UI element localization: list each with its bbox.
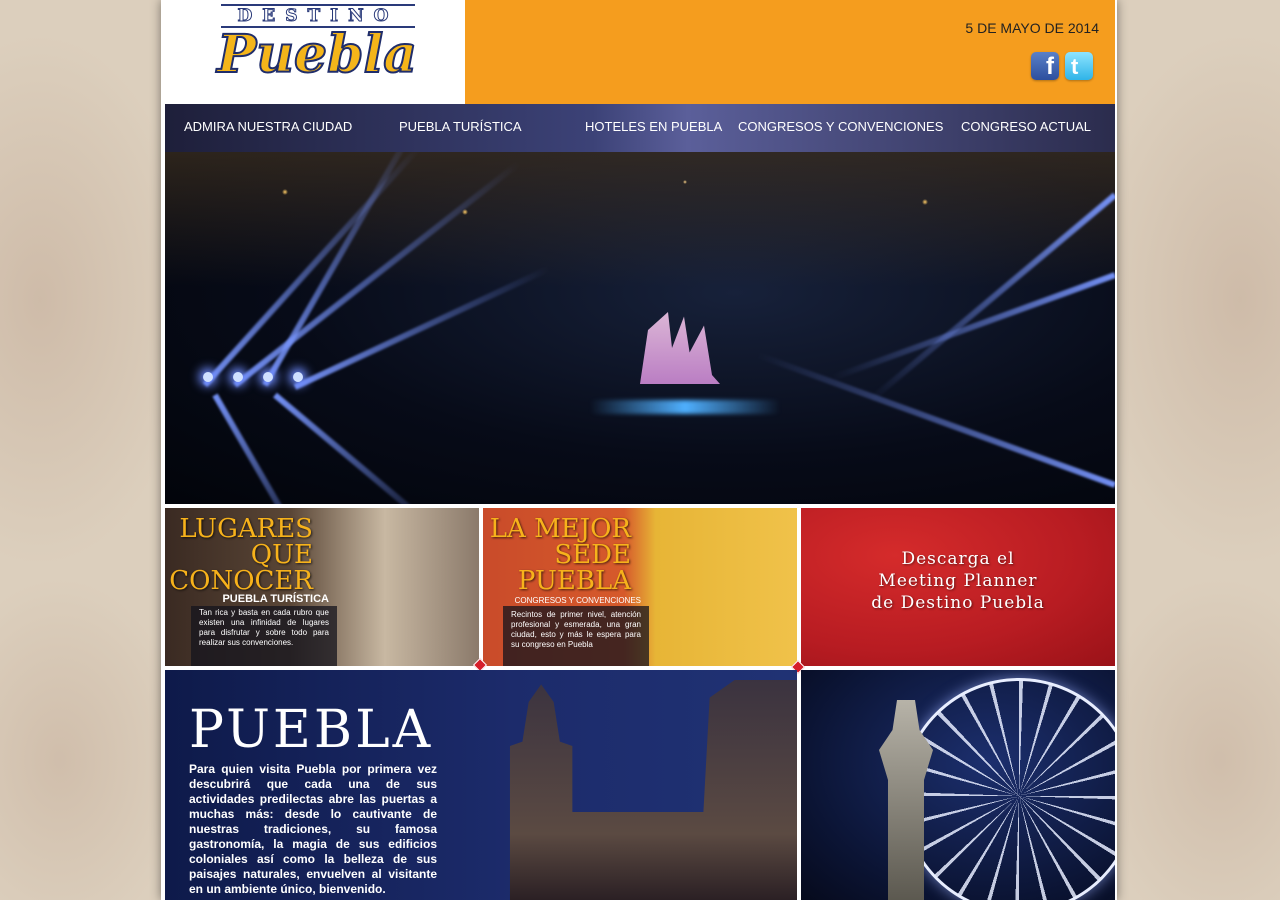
header-date: 5 DE MAYO DE 2014 bbox=[965, 20, 1099, 36]
meeting-planner-download[interactable]: Descarga el Meeting Planner de Destino P… bbox=[801, 508, 1115, 666]
promo-description: Recintos de primer nivel, atención profe… bbox=[511, 610, 641, 649]
promo-title: LUGARES QUE CONOCER bbox=[169, 514, 313, 596]
logo-main-text: Puebla bbox=[216, 24, 418, 85]
main-nav: ADMIRA NUESTRA CIUDAD PUEBLA TURÍSTICA H… bbox=[165, 104, 1115, 152]
hero-spotlights bbox=[203, 372, 303, 382]
nav-item-admira[interactable]: ADMIRA NUESTRA CIUDAD bbox=[184, 119, 352, 134]
ferris-wheel bbox=[901, 678, 1115, 900]
nav-item-congresos[interactable]: CONGRESOS Y CONVENCIONES bbox=[738, 119, 943, 134]
promo-subtitle: PUEBLA TURÍSTICA bbox=[222, 593, 329, 605]
hero-ship-reflection bbox=[590, 400, 780, 414]
promo-sede[interactable]: LA MEJOR SEDE PUEBLA CONGRESOS Y CONVENC… bbox=[483, 508, 797, 666]
promo-lugares[interactable]: LUGARES QUE CONOCER PUEBLA TURÍSTICA Tan… bbox=[165, 508, 479, 666]
page-container: DESTINO Puebla 5 DE MAYO DE 2014 f t ADM… bbox=[161, 0, 1117, 900]
twitter-icon[interactable]: t bbox=[1065, 52, 1093, 80]
hero-light-beam bbox=[273, 392, 446, 504]
promo-text: PUEBLA TURÍSTICA Tan rica y basta en cad… bbox=[191, 594, 337, 666]
download-label: Descarga el Meeting Planner de Destino P… bbox=[871, 549, 1045, 613]
feature-title: PUEBLA bbox=[189, 700, 434, 760]
social-links: f t bbox=[1031, 52, 1093, 80]
feature-text: Para quien visita Puebla por primera vez… bbox=[189, 762, 437, 896]
site-logo[interactable]: DESTINO Puebla bbox=[161, 0, 465, 104]
promo-text: CONGRESOS Y CONVENCIONES Recintos de pri… bbox=[503, 596, 649, 666]
nav-item-turistica[interactable]: PUEBLA TURÍSTICA bbox=[399, 119, 522, 134]
cathedral-image bbox=[509, 680, 797, 900]
puebla-feature: PUEBLA Para quien visita Puebla por prim… bbox=[165, 670, 797, 900]
ferris-wheel-image bbox=[801, 670, 1115, 900]
nav-item-congreso-actual[interactable]: CONGRESO ACTUAL bbox=[961, 119, 1091, 134]
hero-image bbox=[165, 152, 1115, 504]
header-bar: 5 DE MAYO DE 2014 f t bbox=[465, 0, 1115, 104]
promo-description: Tan rica y basta en cada rubro que exist… bbox=[199, 608, 329, 647]
hero-light-beam bbox=[756, 352, 1115, 488]
hero-city-lights bbox=[165, 152, 1115, 302]
facebook-icon[interactable]: f bbox=[1031, 52, 1059, 80]
promo-subtitle: CONGRESOS Y CONVENCIONES bbox=[514, 596, 641, 605]
hero-ship bbox=[640, 312, 720, 384]
hero-light-beam bbox=[212, 393, 318, 504]
promo-title: LA MEJOR SEDE PUEBLA bbox=[489, 514, 631, 596]
facebook-glyph: f bbox=[1046, 53, 1054, 80]
nav-item-hoteles[interactable]: HOTELES EN PUEBLA bbox=[585, 119, 722, 134]
twitter-glyph: t bbox=[1071, 54, 1079, 79]
